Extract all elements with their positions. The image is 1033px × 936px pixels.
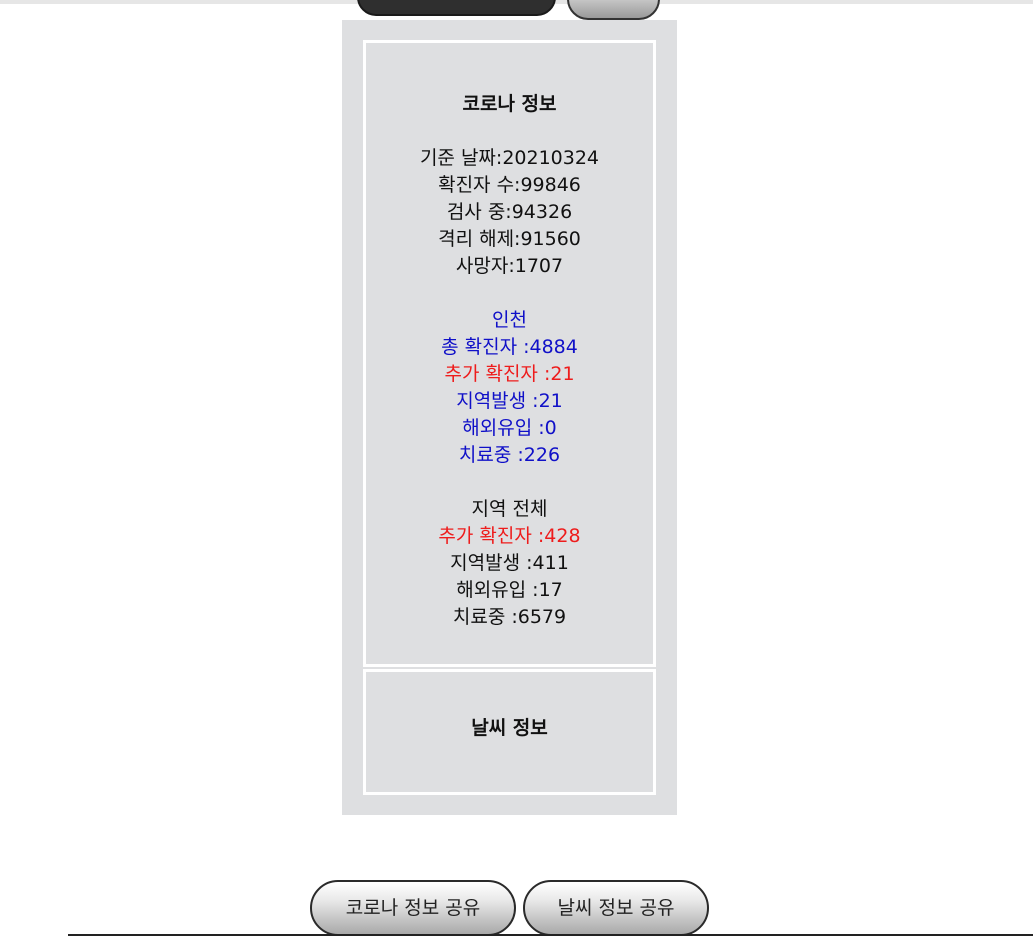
national-stats: 기준 날짜:20210324 확진자 수:99846 검사 중:94326 격리… <box>366 145 653 280</box>
region-all-overseas: 해외유입 :17 <box>456 579 563 601</box>
incheon-overseas: 해외유입 :0 <box>462 417 557 439</box>
region-all-added: 추가 확진자 :428 <box>438 525 581 547</box>
share-corona-button[interactable]: 코로나 정보 공유 <box>310 880 516 936</box>
released-count: 격리 해제:91560 <box>438 228 581 250</box>
incheon-local: 지역발생 :21 <box>456 390 563 412</box>
region-all-stats: 지역 전체 추가 확진자 :428 지역발생 :411 해외유입 :17 치료중… <box>366 496 653 631</box>
incheon-stats: 인천 총 확진자 :4884 추가 확진자 :21 지역발생 :21 해외유입 … <box>366 307 653 469</box>
base-date: 기준 날짜:20210324 <box>419 147 600 169</box>
weather-title: 날씨 정보 <box>471 717 548 739</box>
weather-info-box: 날씨 정보 <box>363 669 656 795</box>
share-weather-button[interactable]: 날씨 정보 공유 <box>523 880 709 936</box>
testing-count: 검사 중:94326 <box>446 201 573 223</box>
region-all-local: 지역발생 :411 <box>450 552 569 574</box>
corona-title: 코로나 정보 <box>462 93 557 115</box>
region-all-name: 지역 전체 <box>471 498 548 520</box>
incheon-total: 총 확진자 :4884 <box>441 336 578 358</box>
death-count: 사망자:1707 <box>455 255 564 277</box>
info-panel: 코로나 정보 기준 날짜:20210324 확진자 수:99846 검사 중:9… <box>342 20 677 815</box>
confirmed-count: 확진자 수:99846 <box>438 174 581 196</box>
corona-info-box: 코로나 정보 기준 날짜:20210324 확진자 수:99846 검사 중:9… <box>363 40 656 667</box>
region-all-treating: 치료중 :6579 <box>452 606 567 628</box>
top-grey-button[interactable] <box>567 0 660 20</box>
incheon-added: 추가 확진자 :21 <box>444 363 575 385</box>
incheon-name: 인천 <box>492 309 527 331</box>
incheon-treating: 치료중 :226 <box>458 444 561 466</box>
top-dark-button[interactable] <box>357 0 556 16</box>
